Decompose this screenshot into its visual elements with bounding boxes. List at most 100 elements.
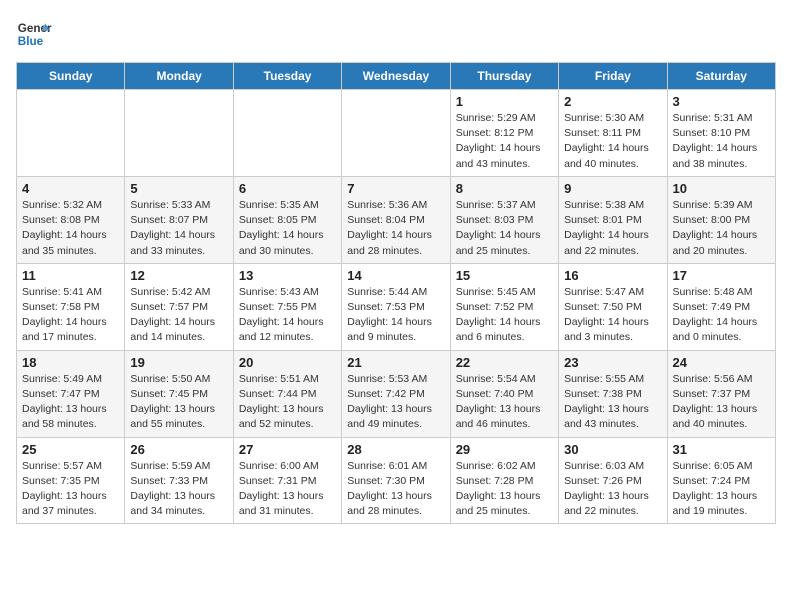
- day-info: Sunrise: 5:53 AMSunset: 7:42 PMDaylight:…: [347, 372, 444, 433]
- calendar-cell: 11Sunrise: 5:41 AMSunset: 7:58 PMDayligh…: [17, 263, 125, 350]
- day-number: 10: [673, 181, 770, 196]
- day-info: Sunrise: 5:45 AMSunset: 7:52 PMDaylight:…: [456, 285, 553, 346]
- day-number: 23: [564, 355, 661, 370]
- day-info: Sunrise: 5:57 AMSunset: 7:35 PMDaylight:…: [22, 459, 119, 520]
- day-number: 9: [564, 181, 661, 196]
- day-number: 21: [347, 355, 444, 370]
- calendar-cell: 2 Sunrise: 5:30 AMSunset: 8:11 PMDaylight…: [559, 90, 667, 177]
- day-info: Sunrise: 5:50 AMSunset: 7:45 PMDaylight:…: [130, 372, 227, 433]
- day-number: 16: [564, 268, 661, 283]
- calendar-cell: 21 Sunrise: 5:53 AMSunset: 7:42 PMDayligh…: [342, 350, 450, 437]
- day-info: Sunrise: 5:43 AMSunset: 7:55 PMDaylight:…: [239, 285, 336, 346]
- calendar-body: 1 Sunrise: 5:29 AMSunset: 8:12 PMDaylight…: [17, 90, 776, 524]
- day-info: Sunrise: 5:47 AMSunset: 7:50 PMDaylight:…: [564, 285, 661, 346]
- day-info: Sunrise: 5:33 AMSunset: 8:07 PMDaylight:…: [130, 198, 227, 259]
- logo: General Blue: [16, 16, 56, 52]
- calendar-cell: 25 Sunrise: 5:57 AMSunset: 7:35 PMDayligh…: [17, 437, 125, 524]
- calendar-cell: 1 Sunrise: 5:29 AMSunset: 8:12 PMDaylight…: [450, 90, 558, 177]
- day-info: Sunrise: 5:54 AMSunset: 7:40 PMDaylight:…: [456, 372, 553, 433]
- day-info: Sunrise: 5:51 AMSunset: 7:44 PMDaylight:…: [239, 372, 336, 433]
- day-number: 6: [239, 181, 336, 196]
- day-info: Sunrise: 5:36 AMSunset: 8:04 PMDaylight:…: [347, 198, 444, 259]
- day-number: 20: [239, 355, 336, 370]
- page-header: General Blue: [16, 16, 776, 52]
- weekday-header-friday: Friday: [559, 63, 667, 90]
- day-info: Sunrise: 6:05 AMSunset: 7:24 PMDaylight:…: [673, 459, 770, 520]
- calendar-cell: 15 Sunrise: 5:45 AMSunset: 7:52 PMDayligh…: [450, 263, 558, 350]
- day-info: Sunrise: 5:29 AMSunset: 8:12 PMDaylight:…: [456, 111, 553, 172]
- day-info: Sunrise: 6:02 AMSunset: 7:28 PMDaylight:…: [456, 459, 553, 520]
- calendar-cell: 24Sunrise: 5:56 AMSunset: 7:37 PMDayligh…: [667, 350, 775, 437]
- day-number: 18: [22, 355, 119, 370]
- day-number: 22: [456, 355, 553, 370]
- day-number: 1: [456, 94, 553, 109]
- day-info: Sunrise: 5:41 AMSunset: 7:58 PMDaylight:…: [22, 285, 119, 346]
- calendar-cell: 20 Sunrise: 5:51 AMSunset: 7:44 PMDayligh…: [233, 350, 341, 437]
- day-number: 13: [239, 268, 336, 283]
- day-info: Sunrise: 5:37 AMSunset: 8:03 PMDaylight:…: [456, 198, 553, 259]
- calendar-cell: 30Sunrise: 6:03 AMSunset: 7:26 PMDayligh…: [559, 437, 667, 524]
- weekday-header-wednesday: Wednesday: [342, 63, 450, 90]
- day-number: 29: [456, 442, 553, 457]
- calendar-cell: 22 Sunrise: 5:54 AMSunset: 7:40 PMDayligh…: [450, 350, 558, 437]
- calendar-cell: 16 Sunrise: 5:47 AMSunset: 7:50 PMDayligh…: [559, 263, 667, 350]
- calendar-cell: 29 Sunrise: 6:02 AMSunset: 7:28 PMDayligh…: [450, 437, 558, 524]
- calendar-cell: 12 Sunrise: 5:42 AMSunset: 7:57 PMDayligh…: [125, 263, 233, 350]
- svg-text:Blue: Blue: [18, 35, 44, 48]
- calendar-cell: 6Sunrise: 5:35 AMSunset: 8:05 PMDaylight…: [233, 176, 341, 263]
- calendar-cell: 27 Sunrise: 6:00 AMSunset: 7:31 PMDayligh…: [233, 437, 341, 524]
- calendar-cell: 3 Sunrise: 5:31 AMSunset: 8:10 PMDaylight…: [667, 90, 775, 177]
- day-number: 2: [564, 94, 661, 109]
- day-info: Sunrise: 5:39 AMSunset: 8:00 PMDaylight:…: [673, 198, 770, 259]
- day-number: 28: [347, 442, 444, 457]
- calendar-cell: 26Sunrise: 5:59 AMSunset: 7:33 PMDayligh…: [125, 437, 233, 524]
- day-number: 31: [673, 442, 770, 457]
- calendar-week-row: 25 Sunrise: 5:57 AMSunset: 7:35 PMDayligh…: [17, 437, 776, 524]
- calendar-cell: 28 Sunrise: 6:01 AMSunset: 7:30 PMDayligh…: [342, 437, 450, 524]
- calendar-week-row: 4 Sunrise: 5:32 AMSunset: 8:08 PMDaylight…: [17, 176, 776, 263]
- day-info: Sunrise: 5:30 AMSunset: 8:11 PMDaylight:…: [564, 111, 661, 172]
- calendar-cell: 4 Sunrise: 5:32 AMSunset: 8:08 PMDaylight…: [17, 176, 125, 263]
- calendar-cell: 19Sunrise: 5:50 AMSunset: 7:45 PMDayligh…: [125, 350, 233, 437]
- day-number: 15: [456, 268, 553, 283]
- calendar-cell: 13 Sunrise: 5:43 AMSunset: 7:55 PMDayligh…: [233, 263, 341, 350]
- weekday-header-monday: Monday: [125, 63, 233, 90]
- day-info: Sunrise: 5:32 AMSunset: 8:08 PMDaylight:…: [22, 198, 119, 259]
- calendar-cell: 5 Sunrise: 5:33 AMSunset: 8:07 PMDaylight…: [125, 176, 233, 263]
- calendar-cell: 9 Sunrise: 5:38 AMSunset: 8:01 PMDaylight…: [559, 176, 667, 263]
- day-number: 27: [239, 442, 336, 457]
- day-info: Sunrise: 6:01 AMSunset: 7:30 PMDaylight:…: [347, 459, 444, 520]
- calendar-cell: 8 Sunrise: 5:37 AMSunset: 8:03 PMDaylight…: [450, 176, 558, 263]
- day-number: 12: [130, 268, 227, 283]
- day-number: 25: [22, 442, 119, 457]
- calendar-week-row: 1 Sunrise: 5:29 AMSunset: 8:12 PMDaylight…: [17, 90, 776, 177]
- day-info: Sunrise: 5:59 AMSunset: 7:33 PMDaylight:…: [130, 459, 227, 520]
- calendar-cell: 7 Sunrise: 5:36 AMSunset: 8:04 PMDaylight…: [342, 176, 450, 263]
- logo-icon: General Blue: [16, 16, 52, 52]
- day-number: 30: [564, 442, 661, 457]
- day-info: Sunrise: 5:31 AMSunset: 8:10 PMDaylight:…: [673, 111, 770, 172]
- day-info: Sunrise: 6:00 AMSunset: 7:31 PMDaylight:…: [239, 459, 336, 520]
- day-number: 5: [130, 181, 227, 196]
- weekday-header-saturday: Saturday: [667, 63, 775, 90]
- calendar-cell: 10 Sunrise: 5:39 AMSunset: 8:00 PMDayligh…: [667, 176, 775, 263]
- day-number: 17: [673, 268, 770, 283]
- day-number: 3: [673, 94, 770, 109]
- day-info: Sunrise: 5:38 AMSunset: 8:01 PMDaylight:…: [564, 198, 661, 259]
- calendar-cell: 31 Sunrise: 6:05 AMSunset: 7:24 PMDayligh…: [667, 437, 775, 524]
- calendar-cell: [125, 90, 233, 177]
- calendar-cell: 14Sunrise: 5:44 AMSunset: 7:53 PMDayligh…: [342, 263, 450, 350]
- weekday-header-row: SundayMondayTuesdayWednesdayThursdayFrid…: [17, 63, 776, 90]
- day-number: 8: [456, 181, 553, 196]
- calendar-week-row: 18Sunrise: 5:49 AMSunset: 7:47 PMDayligh…: [17, 350, 776, 437]
- weekday-header-tuesday: Tuesday: [233, 63, 341, 90]
- day-number: 7: [347, 181, 444, 196]
- day-info: Sunrise: 5:56 AMSunset: 7:37 PMDaylight:…: [673, 372, 770, 433]
- calendar-cell: [17, 90, 125, 177]
- calendar-header: SundayMondayTuesdayWednesdayThursdayFrid…: [17, 63, 776, 90]
- day-info: Sunrise: 5:42 AMSunset: 7:57 PMDaylight:…: [130, 285, 227, 346]
- calendar-cell: 18Sunrise: 5:49 AMSunset: 7:47 PMDayligh…: [17, 350, 125, 437]
- weekday-header-thursday: Thursday: [450, 63, 558, 90]
- day-number: 4: [22, 181, 119, 196]
- calendar-week-row: 11Sunrise: 5:41 AMSunset: 7:58 PMDayligh…: [17, 263, 776, 350]
